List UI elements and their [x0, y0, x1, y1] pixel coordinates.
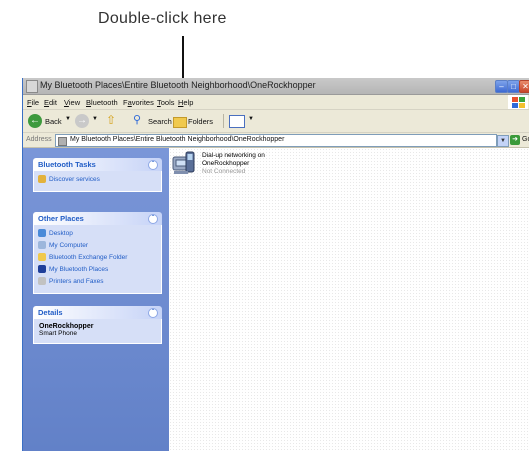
- place-my-bluetooth-places[interactable]: My Bluetooth Places: [34, 264, 161, 276]
- place-label: My Computer: [49, 242, 89, 249]
- place-label: My Bluetooth Places: [49, 266, 109, 273]
- bluetooth-tasks-header[interactable]: Bluetooth Tasks ˆ: [33, 158, 162, 171]
- forward-dropdown-icon[interactable]: ▼: [92, 116, 98, 122]
- other-places-panel: Other Places ˆ Desktop My Computer Bluet…: [33, 212, 162, 294]
- explorer-window: My Bluetooth Places\Entire Bluetooth Nei…: [22, 78, 529, 451]
- bluetooth-icon: [38, 265, 46, 273]
- service-name-line1: Dial-up networking on: [202, 152, 265, 159]
- up-folder-icon[interactable]: ⇧: [106, 113, 116, 127]
- device-type: Smart Phone: [39, 330, 77, 337]
- title-bar[interactable]: My Bluetooth Places\Entire Bluetooth Nei…: [23, 78, 529, 95]
- place-my-computer[interactable]: My Computer: [34, 240, 161, 252]
- address-input[interactable]: My Bluetooth Places\Entire Bluetooth Nei…: [55, 134, 497, 147]
- file-view: Dial-up networking on OneRockhopper Not …: [169, 148, 529, 451]
- connection-status: Not Connected: [202, 168, 246, 175]
- close-button[interactable]: ✕: [519, 80, 529, 93]
- search-button-label[interactable]: Search: [148, 117, 172, 126]
- location-icon: [58, 137, 67, 146]
- go-arrow-icon[interactable]: ➜: [510, 135, 520, 145]
- windows-logo-icon: [508, 95, 528, 109]
- printer-icon: [38, 277, 46, 285]
- place-printers-and-faxes[interactable]: Printers and Faxes: [34, 276, 161, 288]
- folders-button-label[interactable]: Folders: [188, 117, 213, 126]
- phone-modem-icon: [172, 151, 195, 174]
- menu-file[interactable]: File: [27, 98, 39, 107]
- menu-tools[interactable]: Tools: [157, 98, 175, 107]
- computer-icon: [38, 241, 46, 249]
- details-header[interactable]: Details ˆ: [33, 306, 162, 319]
- collapse-chevron-icon[interactable]: ˆ: [148, 214, 158, 224]
- address-value: My Bluetooth Places\Entire Bluetooth Nei…: [70, 136, 285, 143]
- menu-favorites[interactable]: Favorites: [123, 98, 154, 107]
- place-label: Desktop: [49, 230, 73, 237]
- folder-icon: [38, 253, 46, 261]
- details-panel: Details ˆ OneRockhopper Smart Phone: [33, 306, 162, 344]
- back-dropdown-icon[interactable]: ▼: [65, 116, 71, 122]
- address-label: Address: [26, 136, 52, 143]
- menu-bluetooth[interactable]: Bluetooth: [86, 98, 118, 107]
- device-name: OneRockhopper: [39, 323, 94, 330]
- discover-icon: [38, 175, 46, 183]
- menu-view[interactable]: View: [64, 98, 80, 107]
- forward-arrow-icon[interactable]: →: [75, 114, 89, 128]
- menu-bar: File Edit View Bluetooth Favorites Tools…: [23, 95, 529, 110]
- place-label: Printers and Faxes: [49, 278, 104, 285]
- back-arrow-icon[interactable]: ←: [28, 114, 42, 128]
- address-dropdown-icon[interactable]: ▼: [497, 135, 509, 147]
- folders-icon[interactable]: [173, 117, 187, 128]
- task-discover-services[interactable]: Discover services: [34, 174, 161, 186]
- search-icon[interactable]: ⚲: [133, 113, 141, 126]
- place-bluetooth-exchange-folder[interactable]: Bluetooth Exchange Folder: [34, 252, 161, 264]
- address-bar: Address My Bluetooth Places\Entire Bluet…: [23, 133, 529, 148]
- place-label: Bluetooth Exchange Folder: [49, 254, 128, 261]
- folder-icon: [26, 80, 38, 93]
- collapse-chevron-icon[interactable]: ˆ: [148, 308, 158, 318]
- menu-edit[interactable]: Edit: [44, 98, 57, 107]
- other-places-header[interactable]: Other Places ˆ: [33, 212, 162, 225]
- toolbar: ← Back ▼ → ▼ ⇧ ⚲ Search Folders ▼: [23, 110, 529, 133]
- collapse-chevron-icon[interactable]: ˆ: [148, 160, 158, 170]
- go-button-label[interactable]: Go: [522, 136, 529, 143]
- other-places-title: Other Places: [38, 214, 84, 223]
- toolbar-separator: [223, 114, 224, 128]
- task-pane: Bluetooth Tasks ˆ Discover services Othe…: [23, 148, 169, 451]
- callout-label: Double-click here: [98, 10, 227, 27]
- service-name-line2: OneRockhopper: [202, 160, 250, 167]
- details-title: Details: [38, 308, 63, 317]
- bluetooth-tasks-panel: Bluetooth Tasks ˆ Discover services: [33, 158, 162, 192]
- menu-help[interactable]: Help: [178, 98, 193, 107]
- place-desktop[interactable]: Desktop: [34, 228, 161, 240]
- views-icon[interactable]: [229, 115, 245, 128]
- desktop-icon: [38, 229, 46, 237]
- bluetooth-tasks-title: Bluetooth Tasks: [38, 160, 96, 169]
- window-title: My Bluetooth Places\Entire Bluetooth Nei…: [40, 80, 316, 90]
- views-dropdown-icon[interactable]: ▼: [248, 116, 254, 122]
- task-label: Discover services: [49, 176, 100, 183]
- back-button-label[interactable]: Back: [45, 117, 62, 126]
